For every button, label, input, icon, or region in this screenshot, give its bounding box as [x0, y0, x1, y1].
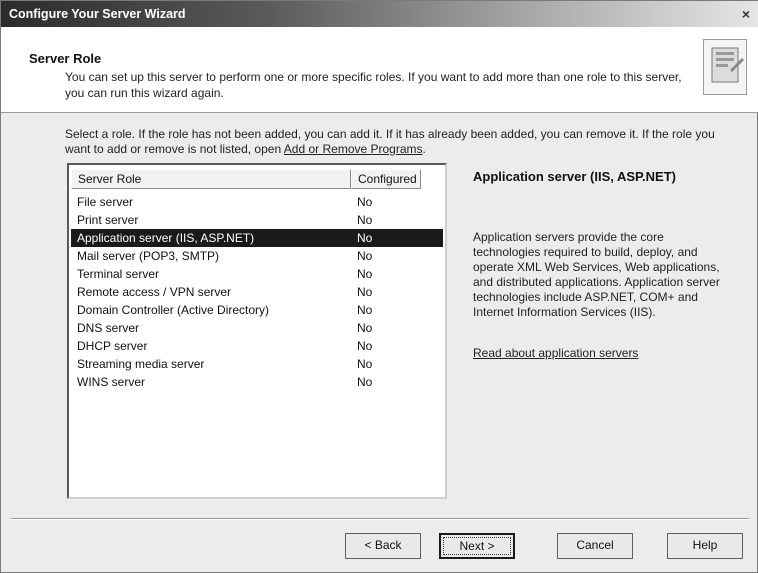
table-row[interactable]: Streaming media server No: [71, 355, 443, 373]
table-row[interactable]: DHCP server No: [71, 337, 443, 355]
page-title: Server Role: [29, 51, 102, 66]
role-configured: No: [357, 249, 373, 263]
instruction-text: Select a role. If the role has not been …: [65, 127, 715, 157]
role-configured: No: [357, 321, 373, 335]
role-details: Application server (IIS, ASP.NET) Applic…: [473, 169, 721, 360]
role-configured: No: [357, 285, 373, 299]
details-title: Application server (IIS, ASP.NET): [473, 169, 676, 184]
role-configured: No: [357, 357, 373, 371]
role-name: Domain Controller (Active Directory): [77, 303, 270, 317]
role-configured: No: [357, 195, 373, 209]
role-configured: No: [357, 231, 373, 245]
close-icon[interactable]: ×: [737, 5, 755, 23]
role-configured: No: [357, 213, 373, 227]
wizard-window: Configure Your Server Wizard × Server Ro…: [0, 0, 758, 573]
read-about-link[interactable]: Read about application servers: [473, 346, 721, 360]
table-row[interactable]: File server No: [71, 193, 443, 211]
add-remove-programs-link[interactable]: Add or Remove Programs: [284, 142, 423, 156]
table-row[interactable]: DNS server No: [71, 319, 443, 337]
table-row[interactable]: Terminal server No: [71, 265, 443, 283]
role-configured: No: [357, 375, 373, 389]
page-description: You can set up this server to perform on…: [65, 70, 682, 100]
table-row-selected[interactable]: Application server (IIS, ASP.NET) No: [71, 229, 443, 247]
table-row[interactable]: Print server No: [71, 211, 443, 229]
instruction-suffix: .: [422, 142, 426, 156]
role-name: Mail server (POP3, SMTP): [77, 249, 220, 263]
footer-divider: [11, 518, 749, 520]
list-rows: File server No Print server No Application…: [71, 193, 443, 391]
wizard-header: Server Role You can set up this server t…: [1, 27, 758, 113]
server-role-list[interactable]: Server Role Configured File server No Pri…: [67, 163, 447, 499]
role-name: DNS server: [77, 321, 140, 335]
role-configured: No: [357, 303, 373, 317]
list-header: Server Role Configured: [71, 169, 443, 189]
role-name: File server: [77, 195, 134, 209]
back-button[interactable]: < Back: [345, 533, 421, 559]
cancel-button[interactable]: Cancel: [557, 533, 633, 559]
role-name: Print server: [77, 213, 139, 227]
role-configured: No: [357, 339, 373, 353]
role-name: Terminal server: [77, 267, 160, 281]
role-name: Application server (IIS, ASP.NET): [77, 231, 255, 245]
details-description: Application servers provide the core tec…: [473, 230, 720, 319]
next-button[interactable]: Next >: [439, 533, 515, 559]
wizard-icon: [703, 39, 747, 95]
table-row[interactable]: WINS server No: [71, 373, 443, 391]
role-name: Streaming media server: [77, 357, 205, 371]
table-row[interactable]: Remote access / VPN server No: [71, 283, 443, 301]
role-configured: No: [357, 267, 373, 281]
role-name: DHCP server: [77, 339, 148, 353]
role-name: WINS server: [77, 375, 146, 389]
next-button-label: Next >: [443, 537, 511, 555]
title-bar[interactable]: Configure Your Server Wizard ×: [1, 1, 758, 27]
column-header-server-role[interactable]: Server Role: [71, 169, 351, 189]
role-name: Remote access / VPN server: [77, 285, 232, 299]
table-row[interactable]: Domain Controller (Active Directory) No: [71, 301, 443, 319]
table-row[interactable]: Mail server (POP3, SMTP) No: [71, 247, 443, 265]
window-title: Configure Your Server Wizard: [9, 7, 186, 21]
help-button[interactable]: Help: [667, 533, 743, 559]
column-header-configured[interactable]: Configured: [351, 169, 421, 189]
